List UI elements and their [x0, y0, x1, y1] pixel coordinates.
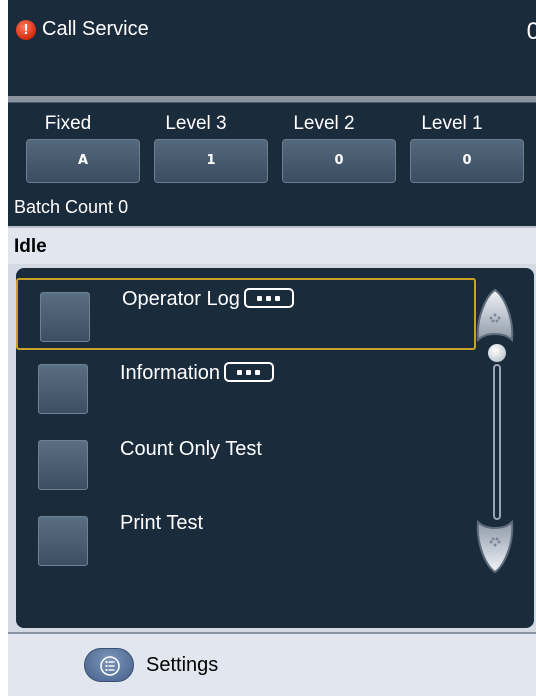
menu-panel: Operator Log Information Count Only Test…	[16, 268, 534, 628]
header-title[interactable]: Call Service	[42, 18, 149, 41]
item-checkbox[interactable]	[38, 440, 88, 490]
status-header: ! Call Service 0	[8, 0, 536, 96]
menu-item-label: Operator Log	[122, 287, 294, 311]
level-button-2[interactable]: 0	[282, 139, 396, 183]
scrollbar-thumb[interactable]	[488, 344, 506, 362]
levels-panel: Fixed Level 3 Level 2 Level 1 A 1 0 0 Ba…	[8, 102, 536, 227]
header-counter: 0	[526, 18, 536, 45]
level-label-2: Level 2	[293, 113, 355, 134]
menu-item-text: Information	[120, 362, 221, 384]
menu-item-label: Count Only Test	[120, 438, 262, 460]
level-button-1[interactable]: 0	[410, 139, 524, 183]
menu-item-information[interactable]: Information	[16, 352, 476, 424]
level-label-3: Level 3	[165, 113, 227, 134]
scroll-up-icon[interactable]	[474, 288, 516, 342]
settings-label: Settings	[146, 654, 219, 676]
more-options-icon[interactable]	[243, 287, 294, 308]
item-checkbox[interactable]	[38, 364, 88, 414]
menu-item-print-test[interactable]: Print Test	[16, 502, 476, 574]
status-text: Idle	[14, 236, 47, 257]
scroll-down-icon[interactable]	[474, 520, 516, 574]
level-button-fixed[interactable]: A	[26, 139, 140, 183]
batch-count: Batch Count 0	[14, 197, 129, 217]
status-bar: Idle	[8, 226, 536, 264]
list-icon[interactable]	[84, 648, 134, 682]
settings-button[interactable]: Settings	[84, 648, 234, 684]
app-screen: ! Call Service 0 Fixed Level 3 Level 2 L…	[8, 0, 536, 696]
menu-item-label: Information	[120, 361, 275, 385]
exclamation-circle-icon: !	[16, 20, 36, 40]
level-label-1: Level 1	[421, 113, 483, 134]
level-label-fixed: Fixed	[44, 113, 92, 134]
menu-item-text: Operator Log	[122, 288, 240, 310]
item-checkbox[interactable]	[38, 516, 88, 566]
scrollbar-track[interactable]	[493, 364, 501, 520]
menu-item-count-only-test[interactable]: Count Only Test	[16, 426, 476, 498]
menu-item-operator-log[interactable]: Operator Log	[16, 278, 476, 350]
level-button-3[interactable]: 1	[154, 139, 268, 183]
footer-bar: Settings	[8, 634, 536, 696]
item-checkbox[interactable]	[40, 292, 90, 342]
menu-item-label: Print Test	[120, 512, 203, 534]
more-options-icon[interactable]	[224, 361, 275, 382]
menu-area: Operator Log Information Count Only Test…	[8, 264, 536, 632]
